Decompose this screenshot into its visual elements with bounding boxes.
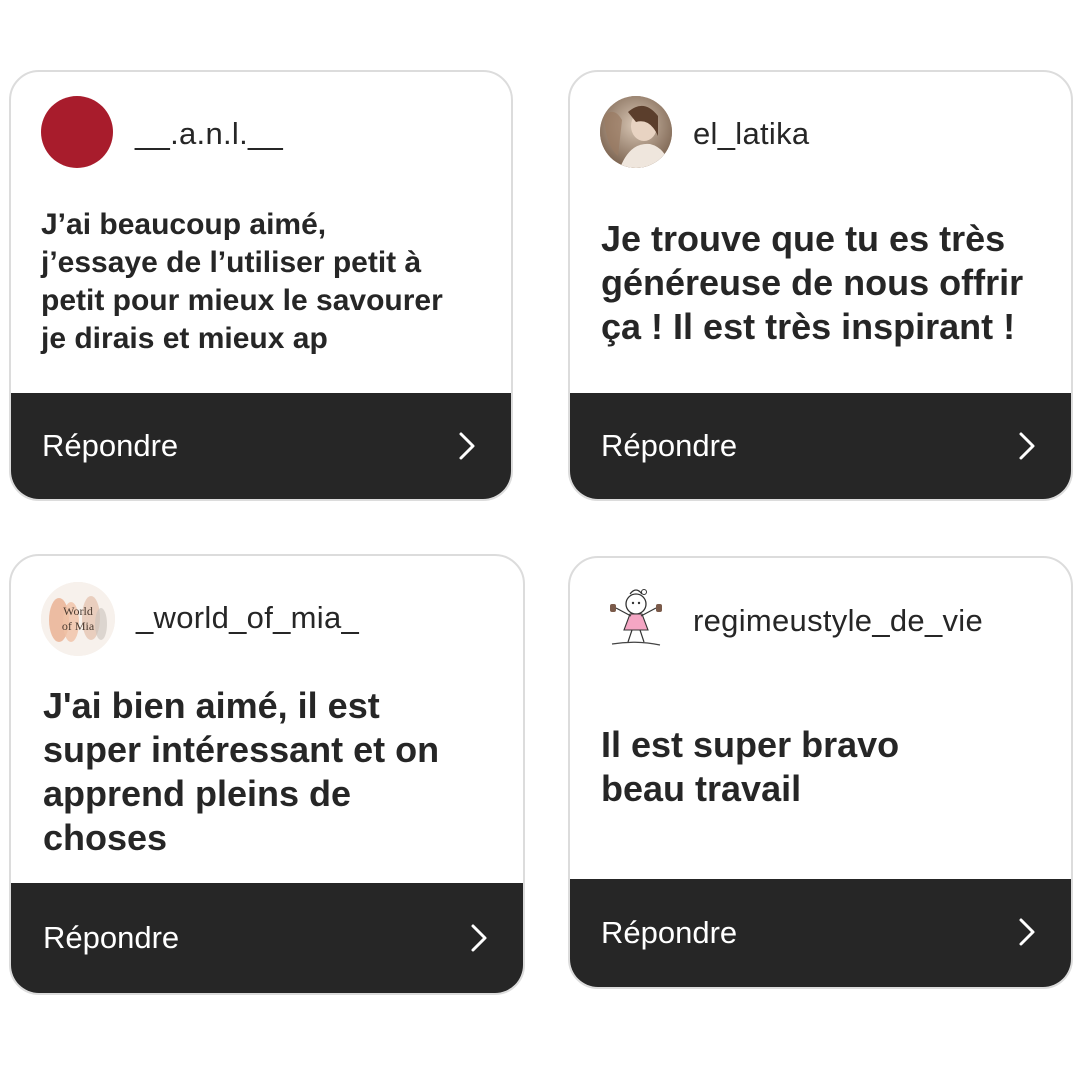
reply-label: Répondre [42, 428, 179, 463]
chevron-right-icon [471, 924, 487, 952]
chevron-right-icon [459, 432, 475, 460]
avatar-illustration-icon [600, 582, 674, 656]
reply-label: Répondre [43, 920, 180, 955]
comment-card: regimeustyle_de_vie Il est super bravo b… [568, 556, 1073, 989]
avatar[interactable] [41, 96, 113, 168]
avatar[interactable]: World of Mia [41, 582, 115, 656]
reply-label: Répondre [601, 428, 738, 463]
username[interactable]: __.a.n.l.__ [135, 116, 283, 152]
reply-button[interactable]: Répondre [11, 393, 511, 499]
reply-label: Répondre [601, 915, 738, 950]
chevron-right-icon [1019, 432, 1035, 460]
username[interactable]: regimeustyle_de_vie [693, 603, 983, 639]
comment-text: Il est super bravo beau travail [601, 724, 900, 809]
comment-card: el_latika Je trouve que tu es très génér… [568, 70, 1073, 501]
comment-card: World of Mia _world_of_mia_ J'ai bien ai… [9, 554, 525, 995]
comment-text: J’ai beaucoup aimé, j’essaye de l’utilis… [41, 208, 443, 355]
comment-text: J'ai bien aimé, il est super intéressant… [43, 685, 440, 858]
avatar[interactable] [600, 582, 674, 656]
chevron-right-icon [1019, 918, 1035, 946]
reply-button[interactable]: Répondre [11, 883, 523, 993]
username[interactable]: el_latika [693, 116, 809, 152]
avatar-photo-icon [600, 96, 672, 168]
avatar[interactable] [600, 96, 672, 168]
avatar-logo-text-2: of Mia [62, 619, 95, 633]
comment-card: __.a.n.l.__ J’ai beaucoup aimé, j’essaye… [9, 70, 513, 501]
comment-text: Je trouve que tu es très généreuse de no… [601, 218, 1024, 347]
reply-button[interactable]: Répondre [570, 393, 1071, 499]
username[interactable]: _world_of_mia_ [136, 600, 359, 636]
avatar-logo-icon: World of Mia [41, 582, 115, 656]
avatar-logo-text-1: World [63, 604, 93, 618]
reply-button[interactable]: Répondre [570, 879, 1071, 987]
